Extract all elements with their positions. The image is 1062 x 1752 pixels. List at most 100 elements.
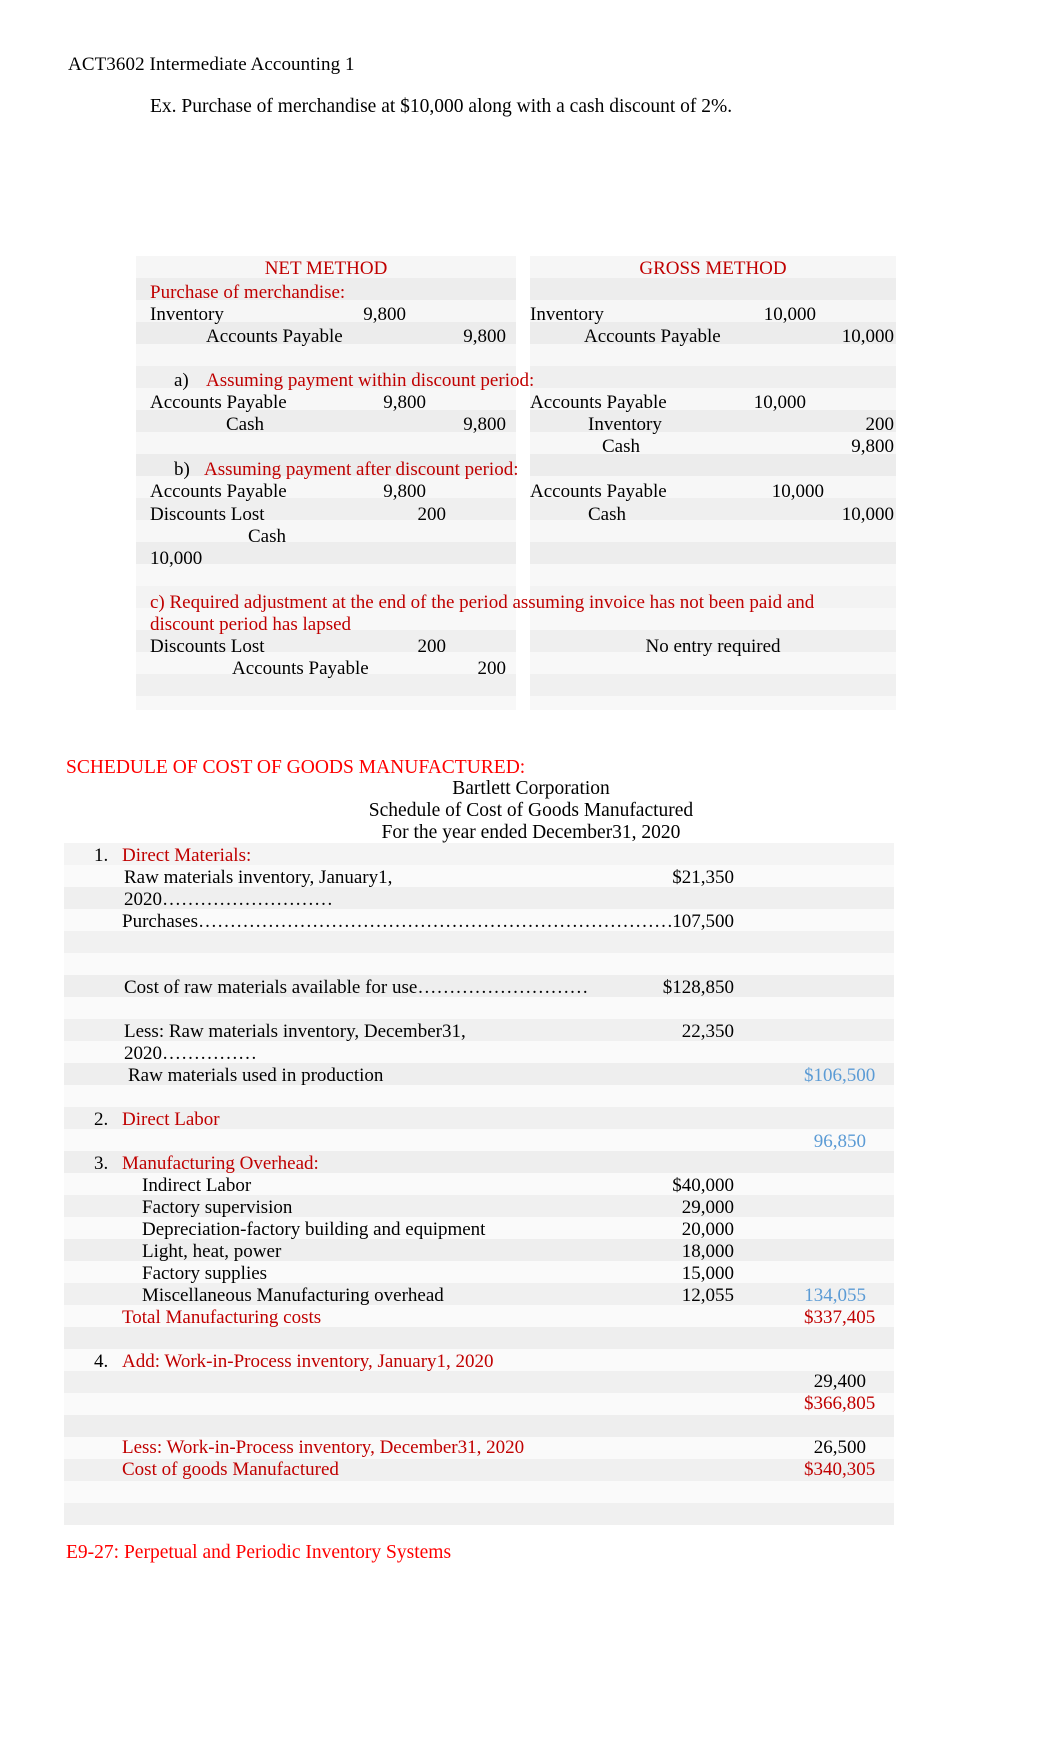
journal-debit: 10,000 (763, 304, 816, 325)
less-wip-value: 26,500 (813, 1437, 866, 1458)
item-number-1: 1. (94, 845, 109, 866)
raw-materials-available-label: Cost of raw materials available for use…… (124, 977, 589, 998)
journal-account: Accounts Payable (150, 481, 287, 502)
table-band (64, 997, 894, 1019)
journal-account: Inventory (150, 304, 224, 325)
schedule-section-title: SCHEDULE OF COST OF GOODS MANUFACTURED: (66, 757, 526, 778)
overhead-total-value: 134,055 (804, 1285, 866, 1306)
table-band (64, 931, 894, 953)
item-number-3: 3. (94, 1153, 109, 1174)
overhead-row-value: $40,000 (672, 1175, 734, 1196)
net-method-header: NET METHOD (264, 258, 388, 279)
journal-credit: 9,800 (463, 326, 506, 347)
journal-credit: 200 (477, 658, 507, 679)
raw-materials-beginning-label: Raw materials inventory, January1, 2020…… (124, 867, 393, 910)
journal-debit: 200 (417, 636, 447, 657)
raw-materials-ending-label: Less: Raw materials inventory, December3… (124, 1021, 466, 1064)
table-band (64, 953, 894, 975)
table-band (64, 1393, 894, 1415)
journal-account: Cash (602, 436, 640, 457)
section-a-marker: a) (174, 370, 189, 391)
overhead-row-label: Factory supplies (142, 1263, 268, 1284)
journal-account: Accounts Payable (206, 326, 343, 347)
journal-debit: 9,800 (383, 392, 426, 413)
overhead-row-label: Depreciation-factory building and equipm… (142, 1219, 486, 1240)
table-band (64, 1503, 894, 1525)
journal-account: Discounts Lost (150, 504, 265, 525)
raw-materials-used-value: $106,500 (804, 1065, 876, 1086)
table-band (64, 1415, 894, 1437)
section-c-text-line2: discount period has lapsed (150, 614, 352, 635)
journal-credit: 200 (865, 414, 895, 435)
journal-credit: 10,000 (841, 504, 894, 525)
journal-debit: 9,800 (363, 304, 406, 325)
schedule-company-name: Bartlett Corporation (452, 778, 610, 799)
document-page: ACT3602 Intermediate Accounting 1 Ex. Pu… (0, 0, 1062, 1752)
journal-credit: 10,000 (841, 326, 894, 347)
journal-account: Accounts Payable (150, 392, 287, 413)
journal-account: Accounts Payable (530, 481, 667, 502)
direct-labor-label: Direct Labor (122, 1109, 220, 1130)
less-wip-label: Less: Work-in-Process inventory, Decembe… (122, 1437, 525, 1458)
journal-debit: 10,000 (753, 392, 806, 413)
add-wip-value: 29,400 (813, 1371, 866, 1392)
next-exercise-heading: E9-27: Perpetual and Periodic Inventory … (66, 1542, 452, 1563)
purchases-value: 107,500 (672, 911, 734, 932)
cost-of-goods-manufactured-label: Cost of goods Manufactured (122, 1459, 339, 1480)
journal-account: Accounts Payable (584, 326, 721, 347)
column-separator (516, 256, 530, 710)
course-header: ACT3602 Intermediate Accounting 1 (68, 54, 355, 75)
direct-materials-label: Direct Materials: (122, 845, 252, 866)
journal-debit: 200 (417, 504, 447, 525)
overhead-row-value: 12,055 (681, 1285, 734, 1306)
overhead-row-value: 15,000 (681, 1263, 734, 1284)
total-manufacturing-costs-value: $337,405 (804, 1307, 876, 1328)
overhead-row-label: Miscellaneous Manufacturing overhead (142, 1285, 444, 1306)
table-band (64, 1481, 894, 1503)
gross-method-header: GROSS METHOD (639, 258, 787, 279)
purchases-label: Purchases………………………………………………………………… (122, 911, 673, 932)
section-c-text-line1: c) Required adjustment at the end of the… (150, 592, 815, 613)
manufacturing-overhead-label: Manufacturing Overhead: (122, 1153, 319, 1174)
journal-credit: 10,000 (150, 548, 203, 569)
section-b-text: Assuming payment after discount period: (204, 459, 519, 480)
manufacturing-subtotal-value: $366,805 (804, 1393, 876, 1414)
cogm-schedule-table: 1. Direct Materials: Raw materials inven… (64, 843, 894, 1525)
table-band (64, 1129, 894, 1151)
add-wip-label: Add: Work-in-Process inventory, January1… (122, 1351, 494, 1372)
journal-account: Accounts Payable (530, 392, 667, 413)
section-a-text: Assuming payment within discount period: (206, 370, 535, 391)
journal-credit: 9,800 (851, 436, 894, 457)
raw-materials-used-label: Raw materials used in production (128, 1065, 384, 1086)
overhead-row-label: Light, heat, power (142, 1241, 282, 1262)
overhead-row-label: Factory supervision (142, 1197, 293, 1218)
direct-labor-value: 96,850 (813, 1131, 866, 1152)
journal-account: Inventory (588, 414, 662, 435)
cost-of-goods-manufactured-value: $340,305 (804, 1459, 876, 1480)
journal-account: Cash (226, 414, 264, 435)
table-band (64, 1085, 894, 1107)
journal-account: Inventory (530, 304, 604, 325)
journal-debit: 9,800 (383, 481, 426, 502)
journal-account: Accounts Payable (232, 658, 369, 679)
schedule-statement-name: Schedule of Cost of Goods Manufactured (368, 800, 694, 821)
item-number-2: 2. (94, 1109, 109, 1130)
example-statement: Ex. Purchase of merchandise at $10,000 a… (150, 96, 733, 117)
purchase-section-label: Purchase of merchandise: (150, 282, 346, 303)
journal-account: Cash (588, 504, 626, 525)
overhead-row-value: 29,000 (681, 1197, 734, 1218)
item-number-4: 4. (94, 1351, 109, 1372)
gross-no-entry-note: No entry required (645, 636, 781, 657)
section-b-marker: b) (174, 459, 190, 480)
table-band (64, 1327, 894, 1349)
net-gross-methods-table: NET METHOD GROSS METHOD Purchase of merc… (136, 256, 896, 710)
journal-account: Cash (248, 526, 286, 547)
journal-debit: 10,000 (771, 481, 824, 502)
total-manufacturing-costs-label: Total Manufacturing costs (122, 1307, 322, 1328)
raw-materials-ending-value: 22,350 (681, 1021, 734, 1042)
raw-materials-beginning-value: $21,350 (672, 867, 734, 888)
overhead-row-value: 18,000 (681, 1241, 734, 1262)
journal-account: Discounts Lost (150, 636, 265, 657)
overhead-row-value: 20,000 (681, 1219, 734, 1240)
raw-materials-available-value: $128,850 (662, 977, 734, 998)
